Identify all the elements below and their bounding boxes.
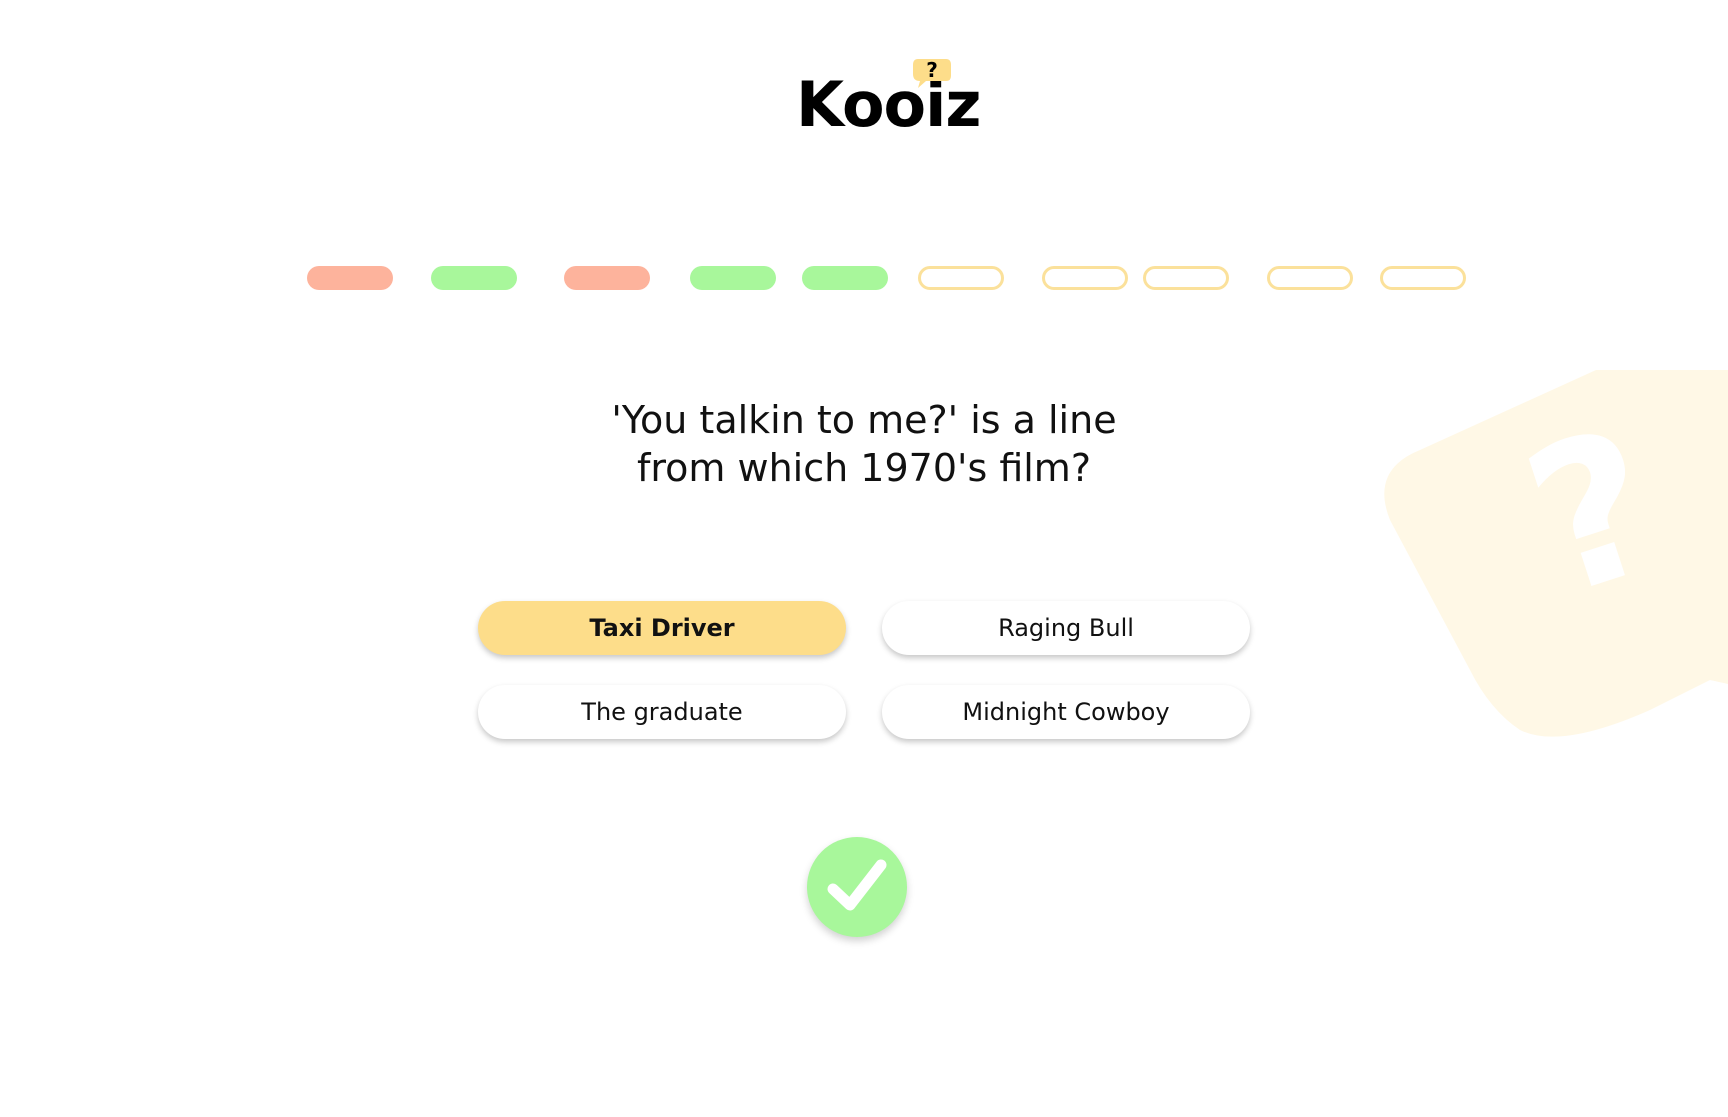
answer-option-4[interactable]: Midnight Cowboy [882,685,1250,739]
checkmark-icon [827,859,887,911]
progress-segment-4 [690,266,776,290]
answer-option-label: The graduate [581,698,743,726]
logo-text: Kooiz [796,68,981,141]
progress-segment-2 [431,266,517,290]
question-text: 'You talkin to me?' is a line from which… [564,396,1164,492]
background-question-bubble-icon: ? [1384,370,1728,737]
progress-segment-9 [1267,266,1353,290]
answer-option-1[interactable]: Taxi Driver [478,601,846,655]
question-line-2: from which 1970's film? [637,446,1091,490]
progress-segment-6 [918,266,1004,290]
logo[interactable]: Kooiz ? [796,52,981,144]
progress-segment-1 [307,266,393,290]
progress-segment-5 [802,266,888,290]
answer-option-2[interactable]: Raging Bull [882,601,1250,655]
correct-result-badge [807,837,907,937]
progress-segment-3 [564,266,650,290]
question-progress [0,266,1728,292]
answer-option-label: Taxi Driver [589,614,735,642]
answer-option-3[interactable]: The graduate [478,685,846,739]
progress-segment-8 [1143,266,1229,290]
answer-option-label: Midnight Cowboy [962,698,1170,726]
progress-segment-7 [1042,266,1128,290]
answer-option-label: Raging Bull [998,614,1134,642]
logo-badge-glyph: ? [926,58,938,82]
question-line-1: 'You talkin to me?' is a line [611,398,1117,442]
progress-segment-10 [1380,266,1466,290]
logo-question-bubble-icon: ? [913,58,951,88]
quiz-page: ? Kooiz ? 'You talkin to me?' is a line … [0,0,1728,1117]
